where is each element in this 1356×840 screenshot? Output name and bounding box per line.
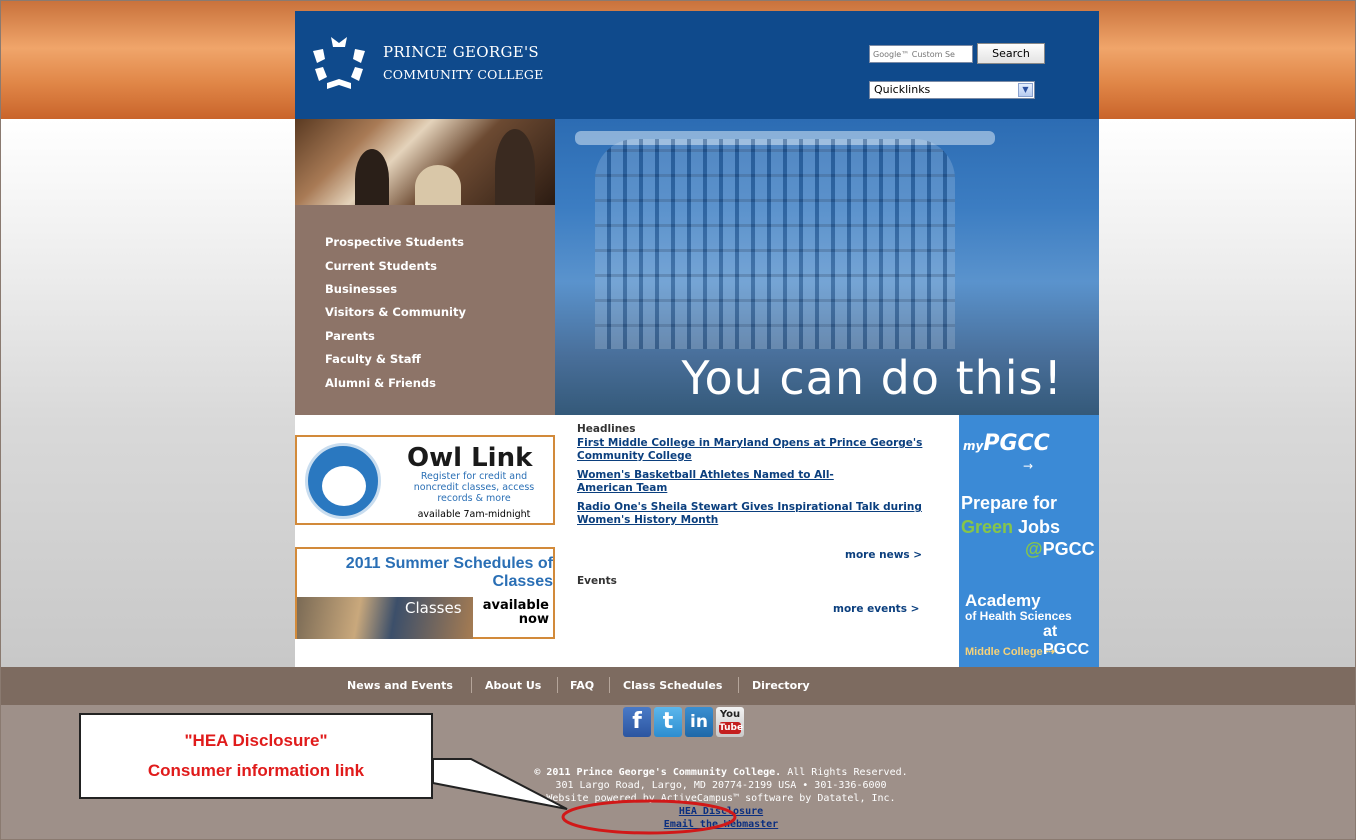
campus-building [595, 139, 955, 349]
owl-face [322, 466, 366, 506]
search-button[interactable]: Search [977, 43, 1045, 64]
college-name-subtitle[interactable]: COMMUNITY COLLEGE [383, 67, 543, 82]
footer-link-faq[interactable]: FAQ [570, 679, 594, 692]
footer-divider [609, 677, 610, 693]
hea-disclosure-link[interactable]: HEA Disclosure [679, 806, 763, 817]
twitter-icon[interactable]: t [654, 707, 682, 737]
quicklinks-selected-value: Quicklinks [874, 83, 931, 96]
footer-link-class-schedules[interactable]: Class Schedules [623, 679, 722, 692]
arrow-right-icon: → [1023, 459, 1034, 473]
events-heading: Events [577, 575, 617, 587]
site-container: PRINCE GEORGE'S COMMUNITY COLLEGE Search… [295, 11, 1099, 667]
nav-visitors-community[interactable]: Visitors & Community [325, 305, 466, 319]
search-input[interactable] [869, 45, 973, 63]
person-figure [495, 129, 535, 205]
promo-column[interactable]: myPGCC → Prepare for Green Jobs @PGCC Ac… [959, 415, 1099, 667]
summer-schedules-title: 2011 Summer Schedules of Classes [345, 555, 553, 590]
owl-link-hours: available 7am-midnight [417, 509, 531, 520]
annotation-subtitle: Consumer information link [147, 761, 365, 780]
owl-link-title: Owl Link [407, 443, 533, 473]
summer-availability: available now [482, 598, 549, 627]
footer-link-directory[interactable]: Directory [752, 679, 810, 692]
footer-divider [471, 677, 472, 693]
footer-link-about-us[interactable]: About Us [485, 679, 541, 692]
owl-link-banner[interactable]: Owl Link Register for credit and noncred… [295, 435, 555, 525]
mypgcc-logo: myPGCC [963, 431, 1050, 456]
headline-link[interactable]: Radio One's Sheila Stewart Gives Inspira… [577, 501, 927, 527]
nav-faculty-staff[interactable]: Faculty & Staff [325, 352, 421, 366]
academy-promo-subtitle[interactable]: of Health Sciences [965, 609, 1072, 623]
owl-link-description: Register for credit and noncredit classe… [413, 471, 535, 504]
green-jobs-promo-line3[interactable]: @PGCC [1025, 539, 1095, 560]
schedule-image-text: Classes [405, 599, 462, 617]
footer-divider [557, 677, 558, 693]
nav-prospective-students[interactable]: Prospective Students [325, 235, 464, 249]
email-webmaster-link[interactable]: Email the Webmaster [664, 819, 778, 830]
linkedin-icon[interactable]: in [685, 707, 713, 737]
hea-disclosure-row: HEA Disclosure [421, 806, 1021, 817]
college-name[interactable]: PRINCE GEORGE'S [383, 43, 539, 61]
green-jobs-promo-line1[interactable]: Prepare for [961, 493, 1057, 514]
summer-schedules-banner[interactable]: 2011 Summer Schedules of Classes Classes… [295, 547, 555, 639]
nav-parents[interactable]: Parents [325, 329, 375, 343]
owl-mascot-icon [305, 443, 381, 519]
nav-businesses[interactable]: Businesses [325, 282, 397, 296]
quicklinks-select[interactable]: Quicklinks ▼ [869, 81, 1035, 99]
powered-by-text: Website powered by ActiveCampus™ softwar… [546, 793, 896, 804]
copyright-text: © 2011 Prince George's Community College… [534, 767, 908, 778]
more-news-link[interactable]: more news > [845, 549, 922, 561]
site-header: PRINCE GEORGE'S COMMUNITY COLLEGE Search… [295, 11, 1099, 119]
campus-hero-image: You can do this! [555, 119, 1099, 415]
audience-nav: Prospective Students Current Students Bu… [295, 205, 555, 415]
annotation-title: "HEA Disclosure" [184, 731, 328, 750]
hero-tagline: You can do this! [681, 351, 1063, 405]
browser-viewport: PRINCE GEORGE'S COMMUNITY COLLEGE Search… [0, 0, 1356, 840]
college-logo-icon[interactable] [309, 33, 369, 93]
footer-nav: News and Events About Us FAQ Class Sched… [1, 667, 1355, 705]
classroom-photo [295, 119, 555, 205]
green-jobs-promo-line2[interactable]: Green Jobs [961, 517, 1060, 538]
footer-divider [738, 677, 739, 693]
footer-link-news-events[interactable]: News and Events [347, 679, 453, 692]
middle-college-link[interactable]: Middle College ⇢ [965, 645, 1055, 658]
person-figure [355, 149, 389, 205]
academy-promo-title[interactable]: Academy [965, 591, 1041, 611]
nav-alumni-friends[interactable]: Alumni & Friends [325, 376, 436, 390]
headlines-heading: Headlines [577, 423, 636, 435]
facebook-icon[interactable]: f [623, 707, 651, 737]
address-text: 301 Largo Road, Largo, MD 20774-2199 USA… [555, 780, 887, 791]
arrow-right-icon: ⇢ [1045, 646, 1055, 658]
nav-current-students[interactable]: Current Students [325, 259, 437, 273]
easel-figure [415, 165, 461, 205]
chevron-down-icon[interactable]: ▼ [1018, 83, 1033, 97]
youtube-icon[interactable]: You Tube [716, 707, 744, 737]
headline-link[interactable]: Women's Basketball Athletes Named to All… [577, 469, 857, 495]
webmaster-row: Email the Webmaster [421, 819, 1021, 830]
headline-link[interactable]: First Middle College in Maryland Opens a… [577, 437, 937, 463]
annotation-callout: "HEA Disclosure" Consumer information li… [79, 713, 433, 799]
more-events-link[interactable]: more events > [833, 603, 919, 615]
